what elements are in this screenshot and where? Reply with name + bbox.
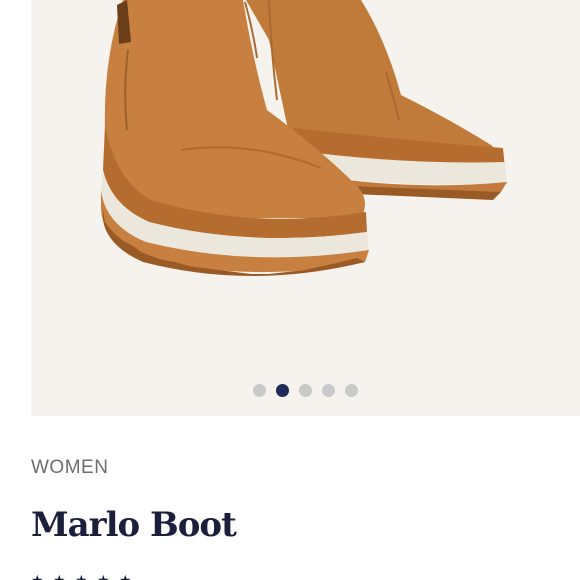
carousel-indicators — [31, 384, 580, 398]
product-category: WOMEN — [31, 457, 109, 478]
carousel-dot-1[interactable] — [253, 384, 266, 397]
product-image-gallery[interactable] — [31, 0, 580, 416]
carousel-dot-3[interactable] — [299, 384, 312, 397]
star-icon: ★ — [97, 574, 113, 580]
star-icon: ★ — [119, 574, 135, 580]
star-icon: ★ — [53, 574, 69, 580]
boot-product-photo — [101, 0, 507, 276]
carousel-dot-2[interactable] — [276, 384, 289, 397]
product-rating[interactable]: ★ ★ ★ ★ ★ — [31, 574, 135, 580]
star-icon: ★ — [31, 574, 47, 580]
carousel-dot-5[interactable] — [345, 384, 358, 397]
star-icon: ★ — [75, 574, 91, 580]
product-title: Marlo Boot — [31, 505, 237, 545]
carousel-dot-4[interactable] — [322, 384, 335, 397]
